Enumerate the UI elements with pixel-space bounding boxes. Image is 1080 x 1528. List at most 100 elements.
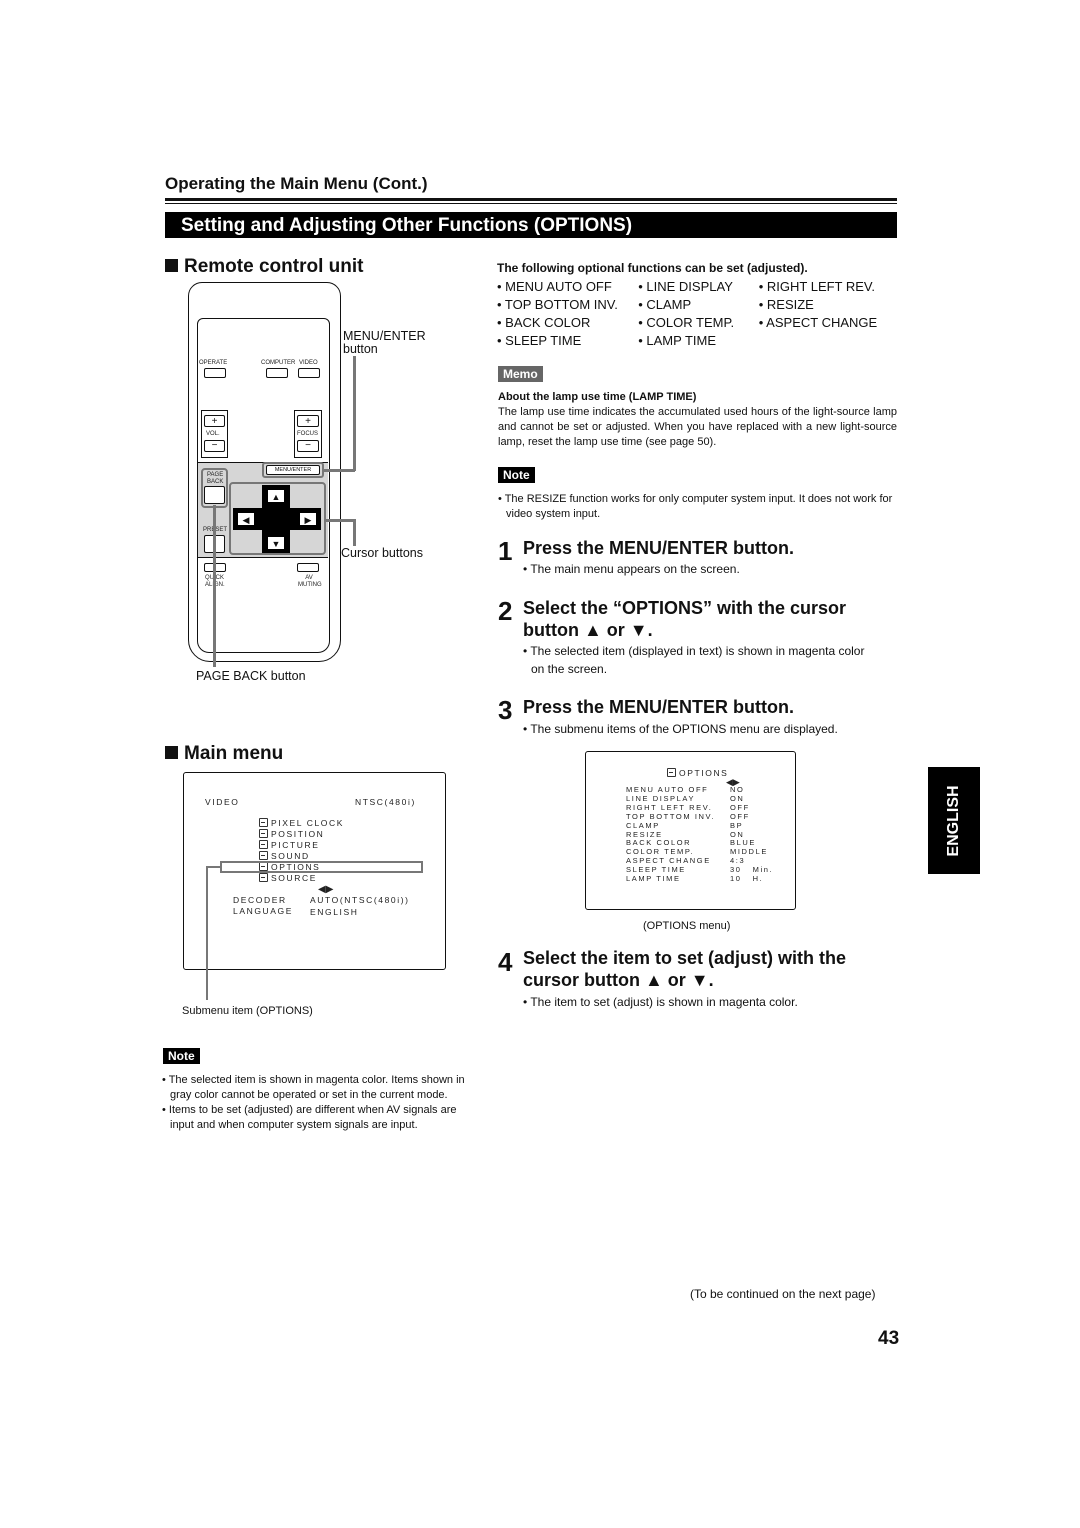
memo-title: About the lamp use time (LAMP TIME) (498, 391, 697, 403)
submenu-icon (259, 851, 268, 860)
video-button[interactable] (298, 368, 320, 378)
step-description: on the screen. (531, 662, 608, 676)
option-item: • RIGHT LEFT REV. (758, 279, 876, 294)
step-description: • The selected item (displayed in text) … (523, 644, 865, 658)
option-item: • TOP BOTTOM INV. (497, 297, 618, 312)
options-list-row: • BACK COLOR • COLOR TEMP. • ASPECT CHANGE (497, 314, 897, 332)
up-arrow-button[interactable]: ▲ (266, 488, 286, 504)
menu-enter-callout-1: MENU/ENTER (343, 329, 426, 343)
page-number: 43 (878, 1328, 900, 1349)
right-arrow-button[interactable]: ▶ (298, 511, 318, 527)
av-muting-label: AV MUTING (298, 575, 322, 589)
main-menu-item-label: SOUND (271, 851, 310, 861)
step-title: Select the item to set (adjust) with the (523, 948, 847, 968)
step-number: 3 (498, 695, 513, 725)
header-rule-thin (165, 203, 897, 204)
menu-enter-button[interactable]: MENU/ENTER (266, 465, 320, 475)
square-bullet-icon (165, 259, 178, 272)
options-list: • MENU AUTO OFF • LINE DISPLAY • RIGHT LEF… (497, 278, 897, 350)
options-row-value: 10 H. (730, 874, 764, 884)
left-arrow-button[interactable]: ◀ (236, 511, 256, 527)
page-back-label-1: PAGE (207, 472, 224, 478)
note-item: • The RESIZE function works for only com… (498, 493, 893, 520)
options-menu-title-text: OPTIONS (679, 768, 729, 778)
menu-enter-callout: MENU/ENTER button (343, 330, 426, 356)
down-arrow-button[interactable]: ▼ (266, 535, 286, 551)
page-back-label: PAGE BACK (207, 472, 223, 486)
language-value: ENGLISH (310, 907, 359, 917)
menu-enter-callout-line (324, 469, 355, 472)
main-menu-item-label: SOURCE (271, 873, 317, 883)
submenu-callout-line (206, 866, 221, 868)
main-menu-item: SOURCE (259, 873, 344, 884)
operate-label: OPERATE (199, 360, 228, 366)
computer-label: COMPUTER (261, 360, 296, 366)
menu-enter-callout-line-v (353, 356, 356, 471)
remote-heading: Remote control unit (165, 256, 363, 278)
options-menu-caption: (OPTIONS menu) (643, 920, 731, 932)
options-list-row: • TOP BOTTOM INV. • CLAMP • RESIZE (497, 296, 897, 314)
language-tab-text: ENGLISH (945, 784, 962, 857)
page-back-callout-line (213, 505, 216, 667)
option-item: • COLOR TEMP. (638, 315, 735, 330)
focus-label: FOCUS (297, 431, 318, 437)
main-menu-item-label: PIXEL CLOCK (271, 818, 345, 828)
submenu-icon (259, 818, 268, 827)
video-label: VIDEO (299, 360, 318, 366)
main-menu-list: PIXEL CLOCK POSITION PICTURE SOUND OPTIONS SO… (259, 818, 344, 884)
selected-item-highlight (220, 861, 423, 873)
options-row-label: LAMP TIME (626, 874, 681, 884)
vol-plus-button[interactable]: + (204, 415, 225, 427)
step-description: • The main menu appears on the screen. (523, 562, 740, 576)
main-menu-item: POSITION (259, 829, 344, 840)
cursor-callout-line-v (353, 519, 356, 546)
step-description: • The submenu items of the OPTIONS menu … (523, 722, 838, 736)
step-description: • The item to set (adjust) is shown in m… (523, 995, 798, 1009)
step-title: Select the “OPTIONS” with the cursor (523, 598, 847, 618)
memo-body: The lamp use time indicates the accumula… (498, 406, 897, 448)
operate-button[interactable] (204, 368, 226, 378)
focus-plus-button[interactable]: + (297, 415, 319, 427)
main-menu-source: VIDEO (205, 797, 240, 807)
section-header: Operating the Main Menu (Cont.) (165, 174, 428, 193)
option-item: • ASPECT CHANGE (758, 315, 878, 330)
step-title: button ▲ or ▼. (523, 620, 653, 640)
page-back-button[interactable] (204, 486, 225, 504)
step-number: 2 (498, 596, 513, 626)
main-menu-heading-text: Main menu (184, 743, 284, 764)
vol-label: VOL. (206, 431, 220, 437)
option-item: • BACK COLOR (497, 315, 591, 330)
option-item: • RESIZE (758, 297, 814, 312)
note-badge: Note (163, 1048, 200, 1064)
submenu-icon (259, 873, 268, 882)
options-menu-row: LAMP TIME 10 H. (626, 874, 776, 884)
main-menu-item: PICTURE (259, 840, 344, 851)
note-item: • The selected item is shown in magenta … (162, 1074, 465, 1101)
option-item: • MENU AUTO OFF (497, 279, 612, 294)
submenu-icon (259, 840, 268, 849)
decoder-label: DECODER (233, 895, 287, 905)
computer-button[interactable] (266, 368, 288, 378)
options-list-row: • SLEEP TIME • LAMP TIME (497, 332, 897, 350)
focus-minus-button[interactable]: − (297, 440, 319, 452)
vol-minus-button[interactable]: − (204, 440, 225, 452)
option-item: • CLAMP (638, 297, 692, 312)
step-number: 4 (498, 947, 513, 977)
memo-badge: Memo (498, 366, 543, 382)
step-number: 1 (498, 536, 513, 566)
option-item (759, 332, 897, 350)
submenu-callout-line-v (206, 866, 208, 1000)
decoder-value: AUTO(NTSC(480i)) (310, 895, 410, 905)
av-muting-label-2: MUTING (298, 582, 322, 588)
av-muting-label-1: AV (305, 575, 313, 581)
submenu-icon (259, 829, 268, 838)
main-menu-heading: Main menu (165, 743, 283, 765)
submenu-icon (667, 768, 676, 777)
remote-heading-text: Remote control unit (184, 256, 364, 277)
step-title: Press the MENU/ENTER button. (523, 538, 795, 558)
av-muting-button[interactable] (297, 563, 319, 572)
adjust-arrows-icon: ◀▶ (318, 884, 334, 895)
main-menu-signal: NTSC(480i) (355, 797, 416, 807)
options-list-row: • MENU AUTO OFF • LINE DISPLAY • RIGHT LEF… (497, 278, 897, 296)
menu-enter-callout-2: button (343, 342, 378, 356)
